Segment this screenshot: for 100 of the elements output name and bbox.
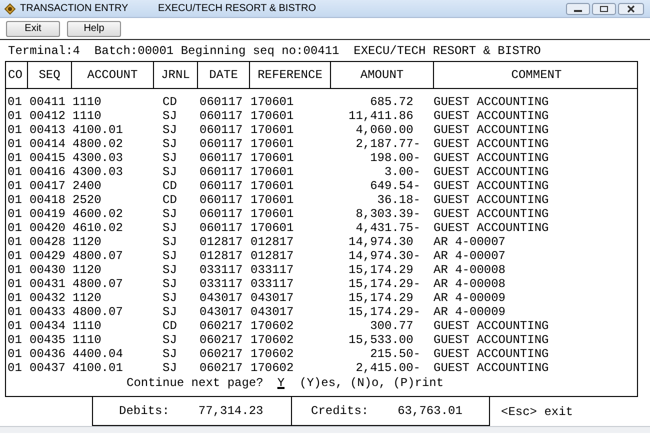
table-cell: 1120 [72, 291, 102, 305]
table-cell: 043017 [250, 291, 294, 305]
table-cell: 00416 [30, 165, 66, 179]
close-icon[interactable] [618, 2, 644, 14]
answer-field[interactable]: Y [277, 376, 285, 390]
table-cell: 01 [8, 319, 22, 333]
table-cell: 4800.07 [72, 249, 123, 263]
column-header: SEQ [27, 62, 71, 88]
table-cell: AR 4-00007 [434, 235, 506, 249]
table-cell: 4300.03 [72, 151, 123, 165]
table-cell: 012817 [200, 249, 243, 263]
table-cell: 170601 [250, 207, 294, 221]
table-cell: 170601 [250, 137, 294, 151]
toolbar-button[interactable]: Help [67, 20, 121, 36]
table-cell: 01 [8, 95, 22, 109]
table-cell: 033117 [200, 263, 243, 277]
table-cell: AR 4-00007 [434, 249, 506, 263]
table-cell: 3.00- [384, 165, 420, 179]
window-subtitle: EXECU/TECH RESORT & BISTRO [158, 3, 317, 14]
table-cell: 170601 [250, 193, 294, 207]
table-cell: 043017 [200, 305, 243, 319]
table-cell: 215.50- [370, 347, 420, 361]
table-cell: 4,431.75- [356, 221, 420, 235]
maximize-icon[interactable] [592, 2, 616, 14]
table-cell: 01 [8, 305, 22, 319]
table-cell: GUEST ACCOUNTING [434, 207, 549, 221]
table-cell: AR 4-00008 [434, 277, 506, 291]
table-cell: 15,174.29- [348, 277, 420, 291]
table-cell: 170602 [250, 319, 294, 333]
table-cell: AR 4-00009 [434, 305, 506, 319]
table-cell: GUEST ACCOUNTING [434, 137, 549, 151]
table-cell: 060217 [200, 333, 243, 347]
table-cell: 15,174.29- [348, 305, 420, 319]
table-cell: 060117 [200, 179, 243, 193]
table-cell: 4,060.00 [356, 123, 414, 137]
column-header: ACCOUNT [71, 62, 153, 88]
table-cell: 15,174.29 [348, 263, 414, 277]
table-cell: 060217 [200, 361, 243, 375]
table-cell: GUEST ACCOUNTING [434, 179, 549, 193]
table-cell: 00412 [30, 109, 66, 123]
table-cell: 01 [8, 165, 22, 179]
table-cell: 060117 [200, 221, 243, 235]
minimize-icon[interactable] [566, 2, 590, 14]
table-cell: GUEST ACCOUNTING [434, 95, 549, 109]
table-cell: 170601 [250, 123, 294, 137]
table-cell: 00414 [30, 137, 66, 151]
table-cell: 170601 [250, 109, 294, 123]
table-cell: AR 4-00008 [434, 263, 506, 277]
table-cell: 4800.02 [72, 137, 123, 151]
table-cell: 198.00- [370, 151, 420, 165]
table-cell: SJ [162, 347, 177, 361]
table-cell: 01 [8, 277, 22, 291]
table-cell: 170602 [250, 361, 294, 375]
table-cell: 01 [8, 193, 22, 207]
table-cell: 060117 [200, 151, 243, 165]
table-cell: 01 [8, 179, 22, 193]
table-cell: GUEST ACCOUNTING [434, 333, 549, 347]
table-cell: 00436 [30, 347, 66, 361]
table-cell: SJ [162, 221, 177, 235]
table-cell: 060217 [200, 319, 243, 333]
table-cell: SJ [162, 165, 177, 179]
table-cell: 300.77 [370, 319, 414, 333]
table-cell: 00417 [30, 179, 66, 193]
column-header: COMMENT [433, 62, 639, 88]
table-cell: 060117 [200, 137, 243, 151]
exit-hint: <Esc> exit [501, 404, 574, 418]
table-cell: AR 4-00009 [434, 291, 506, 305]
table-cell: SJ [162, 109, 177, 123]
debits-label: Debits: [119, 404, 170, 418]
prompt-label: Continue next page? [126, 376, 264, 390]
table-cell: GUEST ACCOUNTING [434, 193, 549, 207]
table-cell: 01 [8, 291, 22, 305]
table-cell: 4800.07 [72, 305, 123, 319]
table-cell: GUEST ACCOUNTING [434, 165, 549, 179]
table-cell: 060117 [200, 109, 243, 123]
toolbar-button[interactable]: Exit [6, 20, 60, 36]
table-cell: SJ [162, 291, 177, 305]
table-cell: 14,974.30 [348, 235, 414, 249]
table-cell: 00437 [30, 361, 66, 375]
table-cell: 00415 [30, 151, 66, 165]
table-cell: 1110 [72, 109, 102, 123]
table-cell: SJ [162, 235, 177, 249]
table-cell: 060117 [200, 123, 243, 137]
credits-total: 63,763.01 [398, 404, 462, 418]
prompt-options: (Y)es, (N)o, (P)rint [300, 376, 444, 390]
table-cell: 36.18- [377, 193, 420, 207]
table-cell: 4100.01 [72, 361, 123, 375]
table-cell: 01 [8, 109, 22, 123]
table-cell: 01 [8, 235, 22, 249]
table-cell: 043017 [250, 305, 294, 319]
table-cell: CD [162, 319, 177, 333]
app-icon [4, 2, 16, 14]
table-cell: CD [162, 95, 177, 109]
table-cell: 15,533.00 [348, 333, 414, 347]
table-cell: SJ [162, 333, 177, 347]
table-cell: 060117 [200, 165, 243, 179]
table-cell: SJ [162, 207, 177, 221]
table-cell: 1110 [72, 319, 102, 333]
session-info: Terminal:4 Batch:00001 Beginning seq no:00411 EXECU/TECH RESORT & BISTRO [8, 44, 541, 58]
table-cell: 01 [8, 249, 22, 263]
